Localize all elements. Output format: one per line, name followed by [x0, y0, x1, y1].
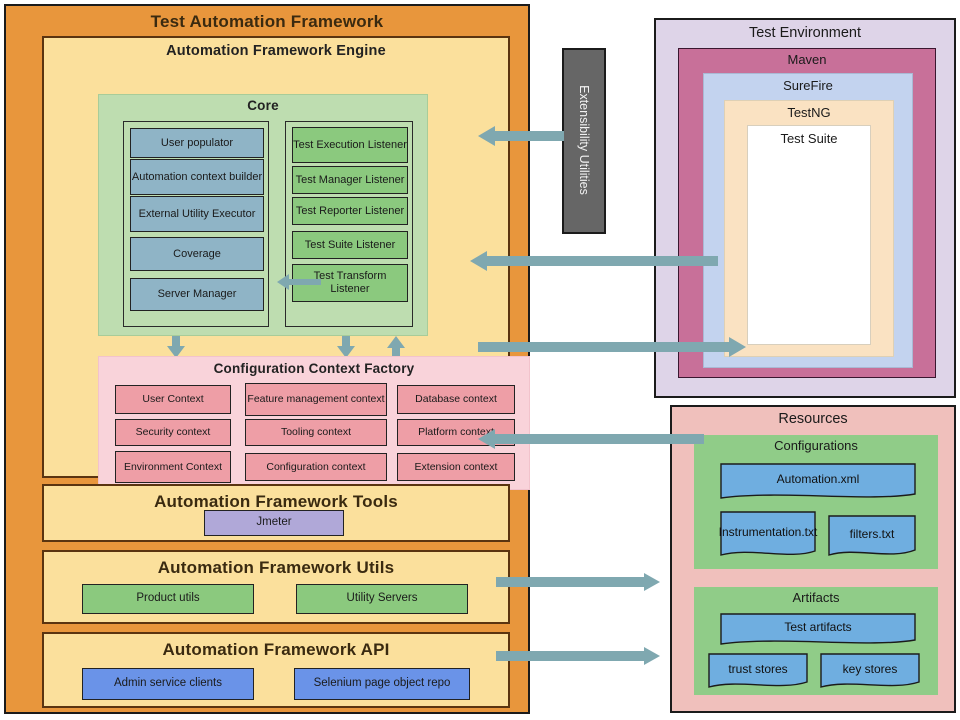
extensibility-utilities-label: Extensibility Utilities: [577, 85, 591, 195]
artifacts-group: Artifacts Test artifacts trust stores ke…: [694, 587, 938, 695]
core-component-external-utility-executor[interactable]: External Utility Executor: [130, 196, 264, 232]
arrow-api-to-artifacts: [496, 646, 660, 666]
file-filters-txt-label: filters.txt: [849, 526, 895, 541]
arrow-context-factory-to-listeners: [386, 336, 406, 358]
test-automation-framework-panel: Test Automation Framework Automation Fra…: [4, 4, 530, 714]
surefire-panel: SureFire TestNG Test Suite: [703, 73, 913, 368]
tool-jmeter[interactable]: Jmeter: [204, 510, 344, 536]
testng-panel: TestNG Test Suite: [724, 100, 894, 357]
test-suite-title: Test Suite: [780, 131, 838, 146]
automation-framework-engine-panel: Automation Framework Engine Core User po…: [42, 36, 530, 490]
configuration-context-factory-panel: Configuration Context Factory User Conte…: [98, 356, 530, 490]
api-selenium-page-object-repo[interactable]: Selenium page object repo: [294, 668, 470, 700]
core-component-automation-context-builder[interactable]: Automation context builder: [130, 159, 264, 195]
automation-framework-utils-title: Automation Framework Utils: [157, 558, 395, 577]
file-key-stores[interactable]: key stores: [820, 653, 920, 691]
configurations-title: Configurations: [774, 438, 858, 453]
automation-framework-tools-title: Automation Framework Tools: [154, 492, 398, 511]
artifacts-title: Artifacts: [792, 590, 840, 605]
core-panel: Core User populator Automation context b…: [98, 94, 428, 336]
file-filters-txt[interactable]: filters.txt: [828, 515, 916, 559]
arrow-listeners-to-context-factory: [336, 336, 356, 358]
context-configuration[interactable]: Configuration context: [245, 453, 387, 481]
maven-title: Maven: [787, 52, 827, 67]
file-instrumentation-txt-label: Instrumentation.txt: [718, 524, 818, 539]
context-database[interactable]: Database context: [397, 385, 515, 414]
arrow-utils-to-artifacts: [496, 572, 660, 592]
file-test-artifacts[interactable]: Test artifacts: [720, 613, 916, 647]
arrow-context-factory-to-test-suite: [478, 336, 746, 358]
automation-framework-api-panel: Automation Framework API Admin service c…: [42, 632, 510, 708]
core-component-coverage[interactable]: Coverage: [130, 237, 264, 271]
diagram-canvas: Test Automation Framework Automation Fra…: [0, 0, 960, 720]
maven-panel: Maven SureFire TestNG Test Suite: [678, 48, 936, 378]
util-product-utils[interactable]: Product utils: [82, 584, 254, 614]
core-component-user-populator[interactable]: User populator: [130, 128, 264, 158]
surefire-title: SureFire: [783, 78, 833, 93]
file-trust-stores[interactable]: trust stores: [708, 653, 808, 691]
arrow-test-suite-to-listeners: [470, 250, 718, 272]
configurations-group: Configurations Automation.xml Instrument…: [694, 435, 938, 569]
test-environment-title: Test Environment: [748, 25, 862, 41]
core-right-group: Test Execution Listener Test Manager Lis…: [285, 121, 413, 327]
core-left-group: User populator Automation context builde…: [123, 121, 269, 327]
core-title: Core: [247, 98, 279, 113]
context-user[interactable]: User Context: [115, 385, 231, 414]
listener-test-manager[interactable]: Test Manager Listener: [292, 166, 408, 194]
arrow-resources-to-context-factory: [478, 428, 704, 450]
file-trust-stores-label: trust stores: [728, 661, 788, 676]
extensibility-utilities-box[interactable]: Extensibility Utilities: [562, 48, 606, 234]
listener-test-execution[interactable]: Test Execution Listener: [292, 127, 408, 163]
arrow-extensibility-to-listeners: [478, 125, 564, 147]
file-instrumentation-txt[interactable]: Instrumentation.txt: [719, 511, 817, 559]
context-extension[interactable]: Extension context: [397, 453, 515, 481]
test-automation-framework-title: Test Automation Framework: [150, 12, 384, 31]
context-tooling[interactable]: Tooling context: [245, 419, 387, 446]
resources-panel: Resources Configurations Automation.xml …: [670, 405, 956, 713]
configuration-context-factory-title: Configuration Context Factory: [213, 361, 415, 376]
listener-test-suite[interactable]: Test Suite Listener: [292, 231, 408, 259]
arrow-core-to-context-factory: [166, 336, 186, 358]
automation-framework-engine-title: Automation Framework Engine: [166, 43, 386, 59]
automation-framework-utils-panel: Automation Framework Utils Product utils…: [42, 550, 510, 624]
automation-framework-tools-panel: Automation Framework Tools Jmeter: [42, 484, 510, 542]
file-automation-xml[interactable]: Automation.xml: [720, 463, 916, 501]
api-admin-service-clients[interactable]: Admin service clients: [82, 668, 254, 700]
file-key-stores-label: key stores: [842, 661, 898, 676]
context-security[interactable]: Security context: [115, 419, 231, 446]
core-component-server-manager[interactable]: Server Manager: [130, 278, 264, 311]
resources-title: Resources: [778, 411, 848, 427]
context-environment[interactable]: Environment Context: [115, 451, 231, 483]
context-feature-management[interactable]: Feature management context: [245, 383, 387, 416]
testng-title: TestNG: [787, 105, 831, 120]
automation-framework-api-title: Automation Framework API: [162, 640, 390, 659]
file-automation-xml-label: Automation.xml: [776, 471, 860, 486]
listener-test-reporter[interactable]: Test Reporter Listener: [292, 197, 408, 225]
util-utility-servers[interactable]: Utility Servers: [296, 584, 468, 614]
file-test-artifacts-label: Test artifacts: [784, 619, 852, 634]
test-suite-panel: Test Suite: [747, 125, 871, 345]
arrow-listeners-to-external-utility-executor: [277, 273, 321, 291]
